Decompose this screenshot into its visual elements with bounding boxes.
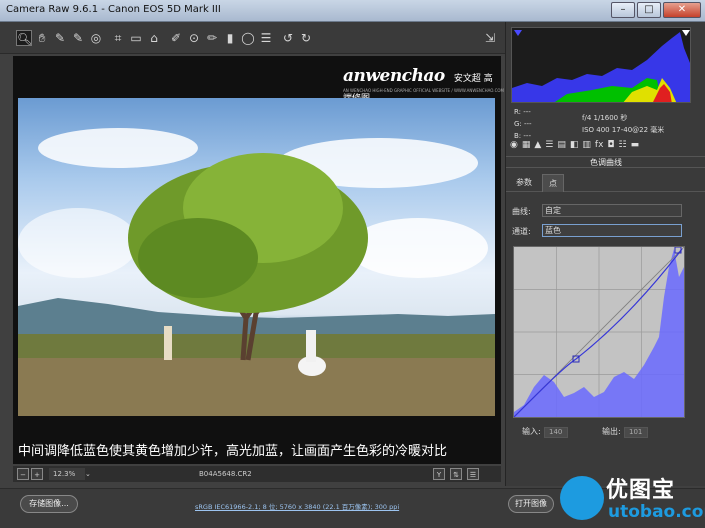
export-icon[interactable]: ⇲ bbox=[482, 30, 498, 46]
panel-title: 色调曲线 bbox=[506, 156, 705, 168]
before-after-y-button[interactable]: Y bbox=[433, 468, 445, 480]
close-button[interactable]: ✕ bbox=[663, 2, 701, 18]
title-bar: Camera Raw 9.6.1 - Canon EOS 5D Mark III… bbox=[0, 0, 705, 22]
panel-tab-0-icon[interactable]: ◉ bbox=[510, 140, 518, 154]
curve-label: 曲线: bbox=[512, 207, 531, 216]
camera-raw-window: Camera Raw 9.6.1 - Canon EOS 5D Mark III… bbox=[0, 0, 705, 528]
panel-tab-4-icon[interactable]: ▤ bbox=[557, 140, 566, 154]
rotate-left-icon[interactable]: ↺ bbox=[280, 30, 296, 46]
transform-tool-icon[interactable]: ⌂ bbox=[146, 30, 162, 46]
tone-curve-editor[interactable] bbox=[513, 246, 685, 418]
color-sampler-tool-icon[interactable]: ✎ bbox=[70, 30, 86, 46]
radial-filter-icon[interactable]: ◯ bbox=[240, 30, 256, 46]
spot-removal-tool-icon[interactable]: ✐ bbox=[168, 30, 184, 46]
overlay-caption: 中间调降低蓝色使其黄色增加少许，高光加蓝，让画面产生色彩的冷暖对比 bbox=[18, 444, 448, 459]
panel-tab-3-icon[interactable]: ☰ bbox=[545, 140, 553, 154]
crop-tool-icon[interactable]: ⌗ bbox=[110, 30, 126, 46]
output-readout: 输出: 101 bbox=[602, 426, 648, 438]
file-name: B04A5648.CR2 bbox=[199, 470, 252, 478]
bird-logo-icon bbox=[560, 476, 604, 520]
preview-canvas: anwenchao 安文超 高端修图 AN WENCHAO HIGH-END G… bbox=[13, 56, 504, 464]
rgb-readout: R: --- G: --- B: --- bbox=[514, 106, 532, 142]
view-settings-button[interactable]: ☰ bbox=[467, 468, 479, 480]
channel-row: 通道: 蓝色 bbox=[512, 224, 682, 237]
red-value: R: --- bbox=[514, 108, 531, 116]
channel-select-value: 蓝色 bbox=[545, 226, 561, 235]
preview-photo[interactable] bbox=[18, 98, 495, 416]
targeted-adjustment-tool-icon[interactable]: ◎ bbox=[88, 30, 104, 46]
panel-tab-10-icon[interactable]: ▬ bbox=[631, 140, 640, 154]
save-image-button[interactable]: 存储图像... bbox=[20, 495, 78, 513]
red-eye-tool-icon[interactable]: ⊙ bbox=[186, 30, 202, 46]
panel-tab-6-icon[interactable]: ▥ bbox=[582, 140, 591, 154]
curve-select-value: 自定 bbox=[545, 206, 561, 215]
zoom-tool-icon[interactable]: 🔍︎ bbox=[16, 30, 32, 46]
histogram bbox=[511, 27, 691, 103]
status-bar: − + 12.3% ⌄ B04A5648.CR2 Y ⇅ ☰ bbox=[13, 466, 501, 482]
panel-tab-2-icon[interactable]: ▲ bbox=[534, 140, 541, 154]
watermark: 优图宝 utobao.com bbox=[560, 470, 705, 528]
exposure-info: f/4 1/1600 秒 ISO 400 17-40@22 毫米 bbox=[582, 112, 664, 136]
panel-tab-9-icon[interactable]: ☷ bbox=[619, 140, 627, 154]
input-field[interactable]: 140 bbox=[543, 427, 568, 438]
rotate-right-icon[interactable]: ↻ bbox=[298, 30, 314, 46]
photo-scene bbox=[18, 153, 495, 416]
zoom-level[interactable]: 12.3% bbox=[49, 468, 85, 480]
logo-subtitle: AN WENCHAO HIGH-END GRAPHIC OFFICIAL WEB… bbox=[343, 88, 504, 93]
input-label: 输入: bbox=[522, 427, 541, 436]
minimize-button[interactable]: – bbox=[611, 2, 635, 18]
straighten-tool-icon[interactable]: ▭ bbox=[128, 30, 144, 46]
tone-curve-graph bbox=[513, 246, 685, 418]
curve-row: 曲线: 自定 bbox=[512, 204, 682, 217]
panel-tabs: ◉ ▦ ▲ ☰ ▤ ◧ ▥ fx ◘ ☷ ▬ bbox=[506, 140, 705, 154]
zoom-out-button[interactable]: − bbox=[17, 468, 29, 480]
panel-tab-8-icon[interactable]: ◘ bbox=[607, 140, 614, 154]
swap-settings-button[interactable]: ⇅ bbox=[450, 468, 462, 480]
panel-tab-5-icon[interactable]: ◧ bbox=[570, 140, 579, 154]
output-field[interactable]: 101 bbox=[623, 427, 648, 438]
hand-tool-icon[interactable]: ✋︎ bbox=[34, 30, 50, 46]
iso-lens: ISO 400 17-40@22 毫米 bbox=[582, 126, 665, 134]
green-value: G: --- bbox=[514, 120, 532, 128]
channel-select[interactable]: 蓝色 bbox=[542, 224, 682, 237]
histogram-graph bbox=[512, 30, 690, 102]
right-panel: R: --- G: --- B: --- f/4 1/1600 秒 ISO 40… bbox=[505, 22, 705, 486]
input-readout: 输入: 140 bbox=[522, 426, 568, 438]
preferences-icon[interactable]: ☰ bbox=[258, 30, 274, 46]
adjustment-brush-icon[interactable]: ✏ bbox=[204, 30, 220, 46]
tab-point[interactable]: 点 bbox=[542, 174, 564, 192]
workflow-options-link[interactable]: sRGB IEC61966-2.1; 8 位; 5760 x 3840 (22.… bbox=[195, 501, 399, 511]
curve-subtabs: 参数 点 bbox=[506, 172, 705, 192]
window-title: Camera Raw 9.6.1 - Canon EOS 5D Mark III bbox=[6, 4, 221, 15]
watermark-url: utobao.com bbox=[608, 502, 705, 522]
tab-parametric[interactable]: 参数 bbox=[510, 174, 538, 192]
channel-label: 通道: bbox=[512, 227, 531, 236]
zoom-dropdown-icon[interactable]: ⌄ bbox=[85, 468, 91, 480]
graduated-filter-icon[interactable]: ▮ bbox=[222, 30, 238, 46]
open-image-button[interactable]: 打开图像 bbox=[508, 495, 554, 513]
curve-select[interactable]: 自定 bbox=[542, 204, 682, 217]
watermark-cn: 优图宝 bbox=[606, 478, 676, 503]
logo-brand-text: anwenchao bbox=[343, 66, 445, 86]
panel-tab-1-icon[interactable]: ▦ bbox=[522, 140, 531, 154]
maximize-button[interactable]: □ bbox=[637, 2, 661, 18]
zoom-in-button[interactable]: + bbox=[31, 468, 43, 480]
output-label: 输出: bbox=[602, 427, 621, 436]
aperture-shutter: f/4 1/1600 秒 bbox=[582, 114, 628, 122]
white-balance-tool-icon[interactable]: ✎ bbox=[52, 30, 68, 46]
panel-tab-7-icon[interactable]: fx bbox=[595, 140, 604, 154]
